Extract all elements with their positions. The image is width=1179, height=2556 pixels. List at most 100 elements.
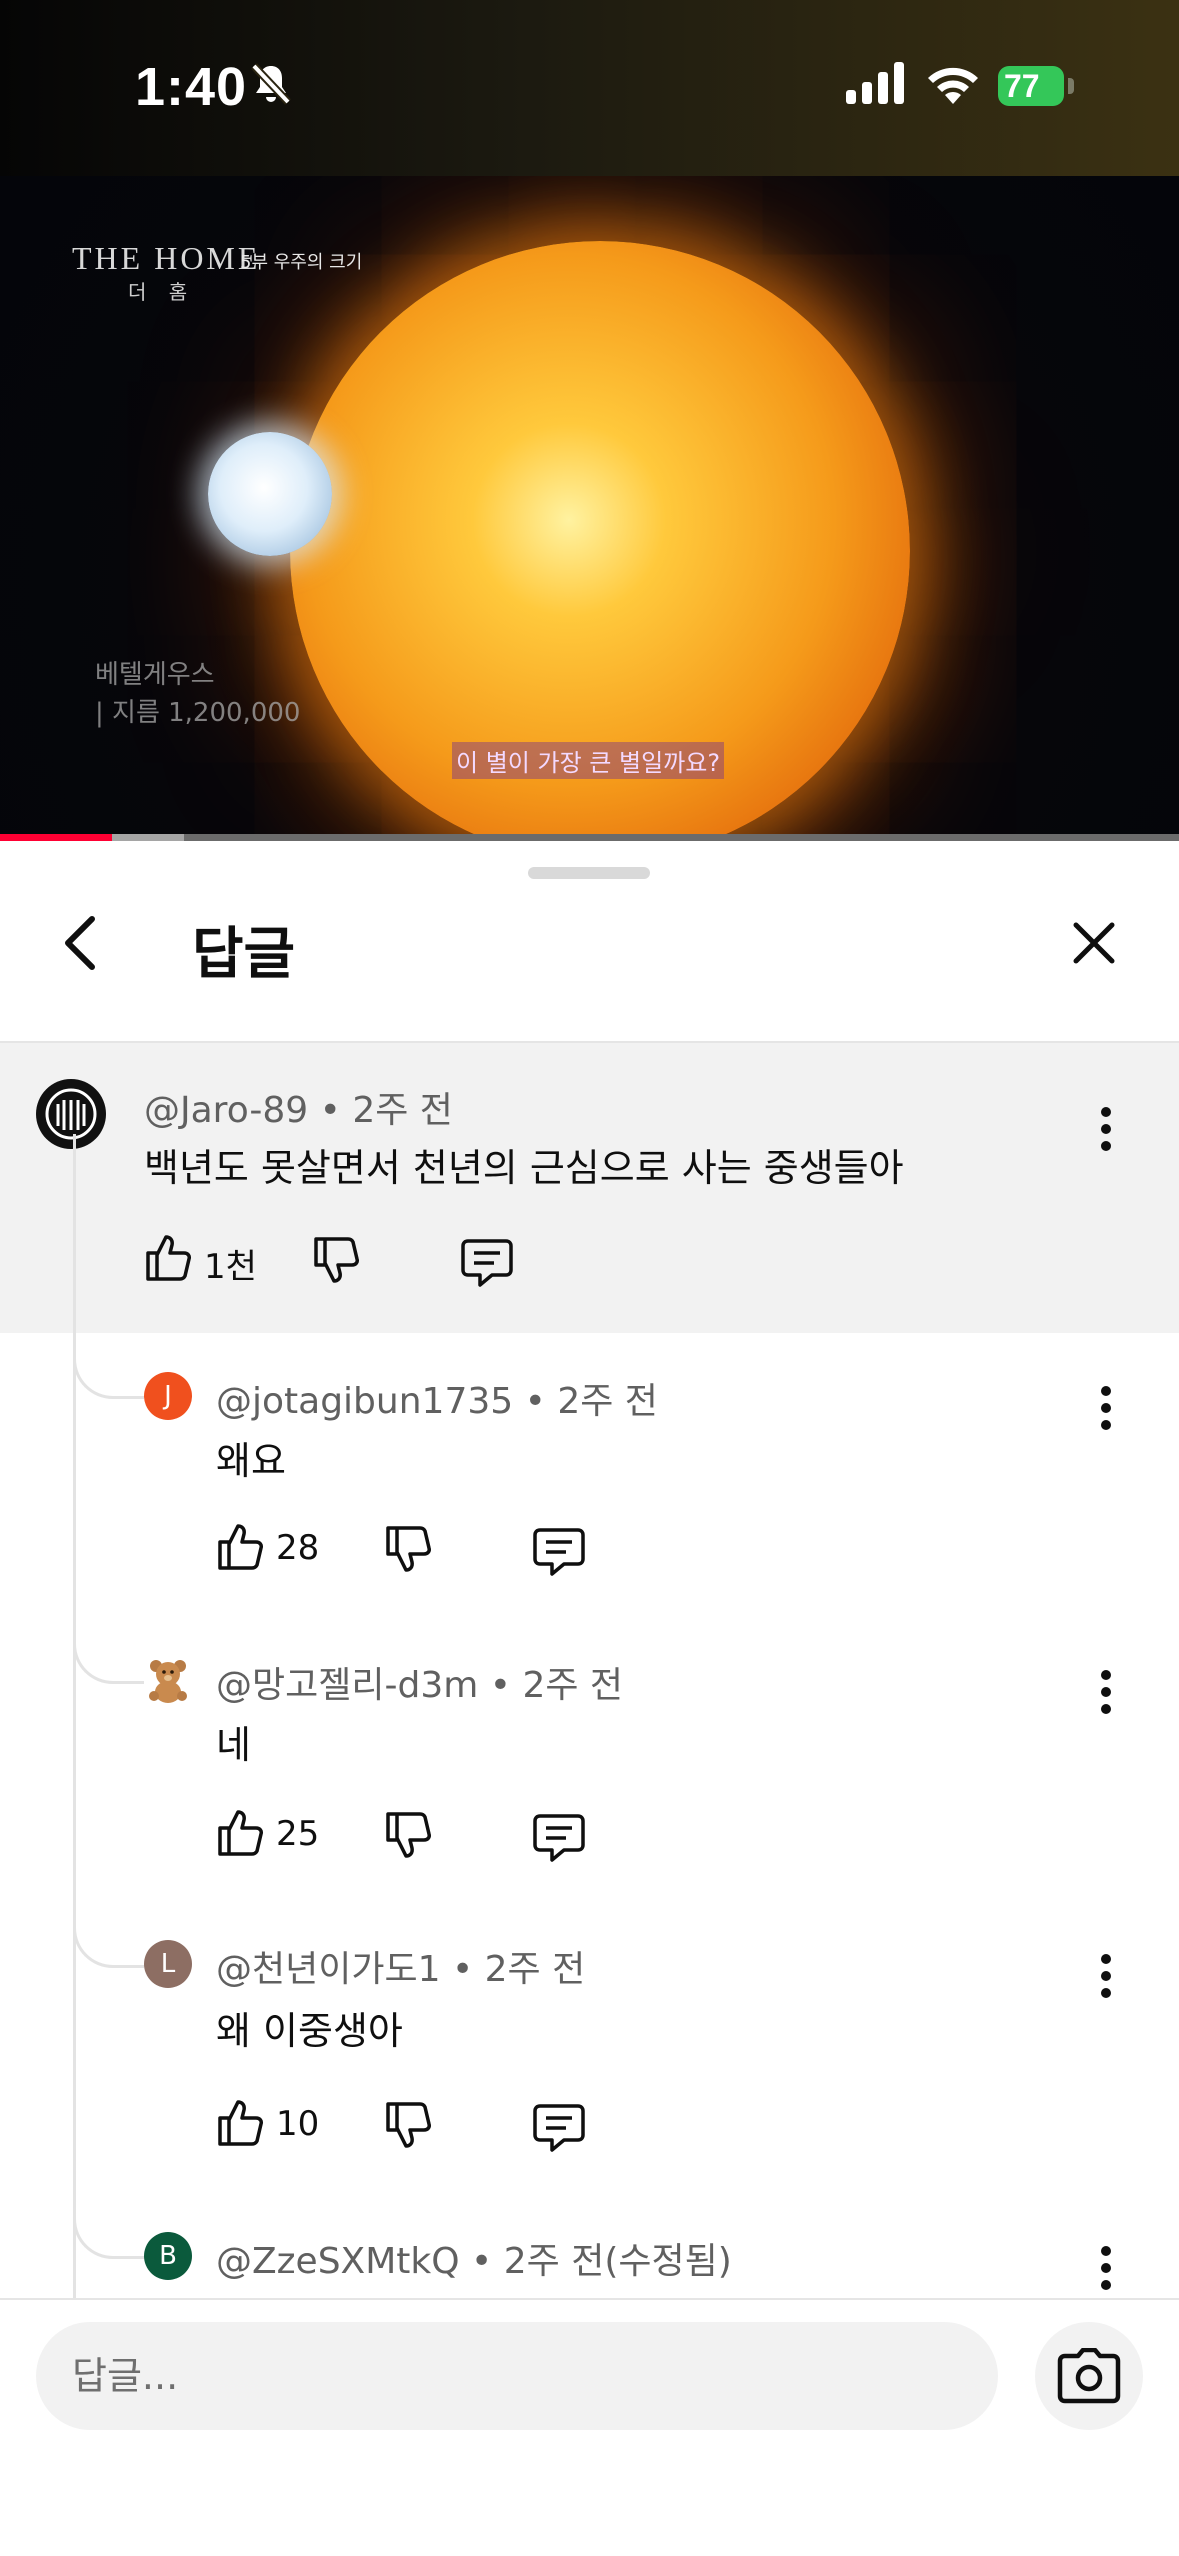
thumbs-up-icon xyxy=(146,1235,191,1281)
chevron-left-icon xyxy=(65,916,95,970)
comment-text: 백년도 못살면서 천년의 근심으로 사는 중생들아 xyxy=(144,1146,904,1190)
drag-handle[interactable] xyxy=(528,867,650,879)
reply-composer xyxy=(0,2300,1179,2556)
close-icon xyxy=(1073,922,1115,964)
teddy-bear-icon xyxy=(149,1660,187,1703)
reply-time: 2주 전 xyxy=(522,1665,624,1706)
reply-button[interactable] xyxy=(460,1237,514,1289)
reply-button[interactable] xyxy=(532,1812,586,1864)
reply-time: 2주 전 xyxy=(484,1949,586,1990)
main-comment: @Jaro-89 • 2주 전 백년도 못살면서 천년의 근심으로 사는 중생들… xyxy=(0,1043,1179,1333)
like-button[interactable] xyxy=(144,1231,192,1283)
meta-separator: • xyxy=(319,1090,353,1131)
reply-author[interactable]: @망고젤리-d3m xyxy=(216,1665,478,1706)
avatar-letter: J xyxy=(164,1381,172,1411)
reply-meta: @천년이가도1 • 2주 전 xyxy=(216,1940,585,1992)
dislike-button[interactable] xyxy=(384,1524,432,1576)
thumbs-up-icon xyxy=(218,1810,263,1856)
like-count: 25 xyxy=(276,1814,320,1854)
camera-button[interactable] xyxy=(1035,2322,1143,2430)
video-overlay-subtitle: 5부 우주의 크기 xyxy=(240,252,363,273)
meta-separator: • xyxy=(524,1381,558,1422)
avatar-logo-icon xyxy=(45,1088,97,1140)
reply-text: 왜 이중생아 xyxy=(216,2009,403,2053)
reply-meta: @jotagibun1735 • 2주 전 xyxy=(216,1372,658,1424)
comment-icon xyxy=(533,1528,585,1576)
reply-meta: @ZzeSXMtkQ • 2주 전(수정됨) xyxy=(216,2232,732,2284)
dislike-button[interactable] xyxy=(312,1235,360,1287)
reply-time: 2주 전(수정됨) xyxy=(503,2241,732,2282)
like-count: 28 xyxy=(276,1528,320,1568)
white-star-image xyxy=(208,432,332,556)
avatar[interactable]: L xyxy=(144,1940,192,1988)
video-overlay-korean-title: 더 홈 xyxy=(128,280,196,304)
more-button[interactable] xyxy=(1086,1099,1126,1159)
reply-author[interactable]: @jotagibun1735 xyxy=(216,1381,513,1422)
avatar[interactable]: B xyxy=(144,2232,192,2280)
thumbs-down-icon xyxy=(314,1237,359,1283)
bell-slash-icon xyxy=(251,63,291,105)
more-vertical-icon xyxy=(1101,1954,1111,1998)
video-progress-buffered xyxy=(112,834,184,841)
meta-separator: • xyxy=(451,1949,485,1990)
like-count: 1천 xyxy=(204,1247,257,1287)
avatar-letter: B xyxy=(159,2241,177,2271)
close-button[interactable] xyxy=(1054,903,1134,983)
dislike-button[interactable] xyxy=(384,2100,432,2152)
avatar-letter: L xyxy=(160,1949,176,1979)
thumbs-up-icon xyxy=(218,1524,263,1570)
more-vertical-icon xyxy=(1101,2246,1111,2290)
reply-button[interactable] xyxy=(532,2102,586,2154)
meta-separator: • xyxy=(489,1665,523,1706)
cellular-signal-icon xyxy=(846,62,904,104)
thumbs-down-icon xyxy=(386,1812,431,1858)
like-button[interactable] xyxy=(216,1520,264,1572)
more-vertical-icon xyxy=(1101,1107,1111,1151)
comment-meta: @Jaro-89 • 2주 전 xyxy=(144,1081,453,1133)
video-star-label: 베텔게우스 xyxy=(95,660,215,690)
more-button[interactable] xyxy=(1086,1946,1126,2006)
wifi-icon xyxy=(928,67,978,104)
sheet-title: 답글 xyxy=(192,922,296,987)
more-button[interactable] xyxy=(1086,1378,1126,1438)
like-button[interactable] xyxy=(216,1806,264,1858)
reply-input[interactable] xyxy=(36,2322,998,2430)
reply-button[interactable] xyxy=(532,1526,586,1578)
video-player[interactable]: THE HOME 5부 우주의 크기 더 홈 베텔게우스 | 지름 1,200,… xyxy=(0,176,1179,836)
thread-line xyxy=(73,1134,76,2300)
video-progress-played xyxy=(0,834,112,841)
video-progress-bar[interactable] xyxy=(0,834,1179,841)
comment-author[interactable]: @Jaro-89 xyxy=(144,1090,308,1131)
video-overlay-title: THE HOME xyxy=(72,240,261,276)
reply-meta: @망고젤리-d3m • 2주 전 xyxy=(216,1656,623,1708)
avatar[interactable] xyxy=(144,1656,192,1704)
video-caption: 이 별이 가장 큰 별일까요? xyxy=(452,742,725,779)
dislike-button[interactable] xyxy=(384,1810,432,1862)
thumbs-down-icon xyxy=(386,2102,431,2148)
avatar[interactable]: J xyxy=(144,1372,192,1420)
reply-author[interactable]: @천년이가도1 xyxy=(216,1949,441,1990)
avatar[interactable] xyxy=(36,1079,106,1149)
more-vertical-icon xyxy=(1101,1386,1111,1430)
more-button[interactable] xyxy=(1086,2238,1126,2298)
reply-author[interactable]: @ZzeSXMtkQ xyxy=(216,2241,460,2282)
comment-icon xyxy=(533,1814,585,1862)
reply-text: 왜요 xyxy=(216,1439,286,1483)
video-star-diameter: | 지름 1,200,000 xyxy=(95,698,301,728)
meta-separator: • xyxy=(471,2241,504,2282)
reply-time: 2주 전 xyxy=(557,1381,658,1422)
comment-time: 2주 전 xyxy=(352,1090,453,1131)
like-button[interactable] xyxy=(216,2096,264,2148)
status-time: 1:40 xyxy=(135,57,248,117)
thumbs-down-icon xyxy=(386,1526,431,1572)
thumbs-up-icon xyxy=(218,2100,263,2146)
battery-cap xyxy=(1068,78,1074,94)
like-count: 10 xyxy=(276,2104,320,2144)
more-vertical-icon xyxy=(1101,1670,1111,1714)
camera-icon xyxy=(1057,2348,1121,2404)
back-button[interactable] xyxy=(40,903,120,983)
more-button[interactable] xyxy=(1086,1662,1126,1722)
status-bar: 1:40 77 xyxy=(0,0,1179,176)
reply-text: 네 xyxy=(216,1723,251,1767)
comment-icon xyxy=(533,2104,585,2152)
